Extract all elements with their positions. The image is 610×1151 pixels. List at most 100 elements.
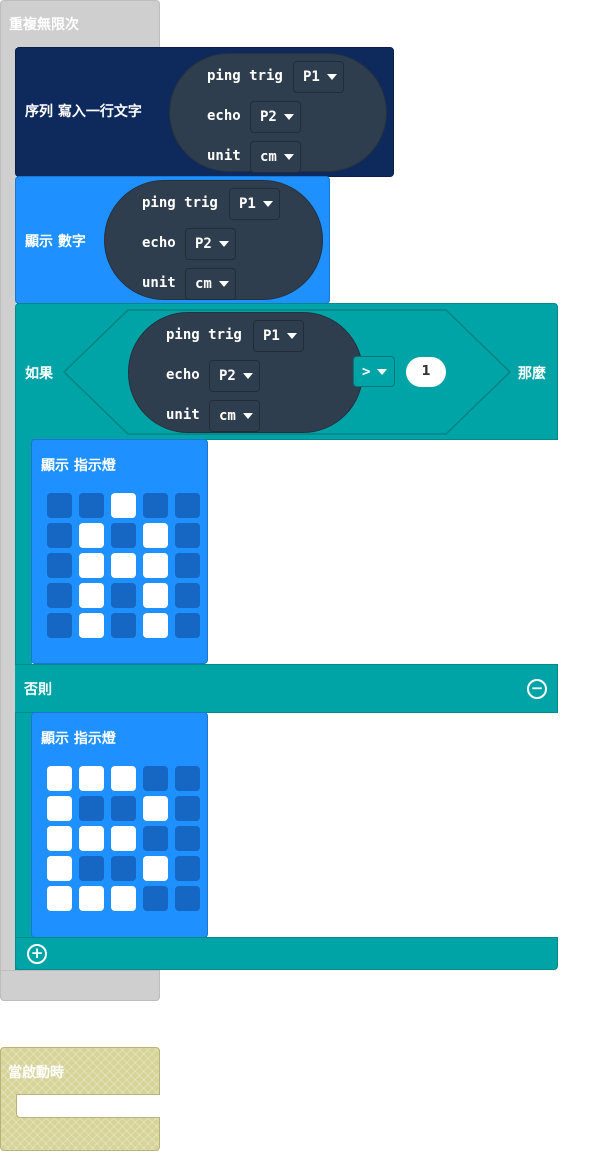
led-cell[interactable]	[111, 613, 136, 638]
led-cell[interactable]	[143, 796, 168, 821]
ping-echo-label: echo	[166, 367, 200, 383]
led-cell[interactable]	[79, 856, 104, 881]
chevron-down-icon	[283, 154, 294, 160]
led-cell[interactable]	[47, 886, 72, 911]
plus-circle-icon[interactable]: +	[27, 944, 47, 964]
led-cell[interactable]	[175, 796, 200, 821]
led-cell[interactable]	[175, 553, 200, 578]
led-cell[interactable]	[175, 766, 200, 791]
echo-pin-value: P2	[219, 368, 236, 384]
led-cell[interactable]	[47, 613, 72, 638]
led-cell[interactable]	[47, 523, 72, 548]
led-cell[interactable]	[175, 493, 200, 518]
led-cell[interactable]	[111, 553, 136, 578]
led-cell[interactable]	[111, 523, 136, 548]
led-cell[interactable]	[143, 856, 168, 881]
forever-label: 重複無限次	[9, 17, 79, 33]
else-section: 否則 −	[15, 664, 558, 713]
led-cell[interactable]	[79, 523, 104, 548]
echo-pin-value: P2	[195, 236, 212, 252]
ping-unit-label: unit	[207, 148, 241, 164]
led-cell[interactable]	[79, 886, 104, 911]
led-cell[interactable]	[79, 583, 104, 608]
ping-trig-label: ping trig	[142, 195, 218, 211]
unit-dropdown[interactable]: cm	[209, 400, 260, 432]
led-cell[interactable]	[47, 826, 72, 851]
ping-block[interactable]: ping trig P1 echo P2 unit cm	[104, 180, 323, 300]
led-cell[interactable]	[143, 523, 168, 548]
echo-pin-dropdown[interactable]: P2	[250, 101, 301, 133]
on-start-label: 當啟動時	[8, 1065, 64, 1081]
led-cell[interactable]	[143, 826, 168, 851]
trig-pin-value: P1	[303, 69, 320, 85]
led-cell[interactable]	[111, 583, 136, 608]
led-cell[interactable]	[79, 766, 104, 791]
chevron-down-icon	[286, 333, 297, 339]
led-cell[interactable]	[143, 766, 168, 791]
led-cell[interactable]	[111, 493, 136, 518]
unit-dropdown[interactable]: cm	[250, 141, 301, 173]
show-leds-block-1[interactable]: 顯示 指示燈	[31, 439, 208, 664]
show-leds-label: 顯示 指示燈	[41, 731, 116, 747]
serial-write-line-block[interactable]: 序列 寫入一行文字 ping trig P1 echo P2 unit cm	[15, 47, 394, 177]
led-cell[interactable]	[47, 766, 72, 791]
led-cell[interactable]	[79, 493, 104, 518]
echo-pin-dropdown[interactable]: P2	[209, 360, 260, 392]
led-cell[interactable]	[47, 493, 72, 518]
led-cell[interactable]	[47, 796, 72, 821]
operator-value: >	[362, 363, 371, 380]
led-cell[interactable]	[111, 856, 136, 881]
led-cell[interactable]	[175, 826, 200, 851]
trig-pin-dropdown[interactable]: P1	[253, 320, 304, 352]
on-start-statement-slot	[16, 1094, 160, 1118]
unit-dropdown[interactable]: cm	[185, 268, 236, 300]
forever-block-bottom	[0, 970, 160, 1001]
led-cell[interactable]	[143, 613, 168, 638]
led-cell[interactable]	[47, 856, 72, 881]
forever-block[interactable]: 重複無限次	[0, 0, 160, 47]
ping-trig-label: ping trig	[166, 327, 242, 343]
led-cell[interactable]	[175, 523, 200, 548]
ping-block[interactable]: ping trig P1 echo P2 unit cm	[128, 312, 363, 433]
operator-dropdown[interactable]: >	[353, 356, 396, 387]
led-cell[interactable]	[143, 493, 168, 518]
led-cell[interactable]	[175, 583, 200, 608]
led-cell[interactable]	[79, 553, 104, 578]
unit-value: cm	[219, 408, 236, 424]
if-else-block[interactable]: 如果 ping trig P1 echo P2 unit cm > 1 那麼	[15, 303, 558, 440]
echo-pin-dropdown[interactable]: P2	[185, 228, 236, 260]
trig-pin-dropdown[interactable]: P1	[293, 61, 344, 93]
ping-echo-label: echo	[207, 108, 241, 124]
then-label: 那麼	[518, 366, 546, 382]
led-grid[interactable]	[47, 493, 202, 643]
trig-pin-dropdown[interactable]: P1	[229, 188, 280, 220]
led-cell[interactable]	[175, 886, 200, 911]
ping-unit-label: unit	[142, 275, 176, 291]
led-cell[interactable]	[111, 766, 136, 791]
led-cell[interactable]	[143, 886, 168, 911]
led-cell[interactable]	[111, 796, 136, 821]
led-grid[interactable]	[47, 766, 202, 916]
led-cell[interactable]	[143, 583, 168, 608]
ping-block[interactable]: ping trig P1 echo P2 unit cm	[169, 53, 387, 173]
led-cell[interactable]	[111, 826, 136, 851]
led-cell[interactable]	[143, 553, 168, 578]
led-cell[interactable]	[47, 553, 72, 578]
ping-echo-label: echo	[142, 235, 176, 251]
chevron-down-icon	[326, 74, 337, 80]
led-cell[interactable]	[79, 613, 104, 638]
compare-number-input[interactable]: 1	[406, 357, 446, 387]
led-cell[interactable]	[47, 583, 72, 608]
serial-write-line-label: 序列 寫入一行文字	[25, 104, 142, 120]
chevron-down-icon	[218, 281, 229, 287]
led-cell[interactable]	[79, 796, 104, 821]
ping-unit-label: unit	[166, 407, 200, 423]
led-cell[interactable]	[79, 826, 104, 851]
led-cell[interactable]	[111, 886, 136, 911]
show-number-block[interactable]: 顯示 數字 ping trig P1 echo P2 unit cm	[15, 176, 330, 304]
show-leds-block-2[interactable]: 顯示 指示燈	[31, 712, 208, 938]
led-cell[interactable]	[175, 856, 200, 881]
show-leds-label: 顯示 指示燈	[41, 458, 116, 474]
led-cell[interactable]	[175, 613, 200, 638]
minus-circle-icon[interactable]: −	[527, 679, 547, 699]
